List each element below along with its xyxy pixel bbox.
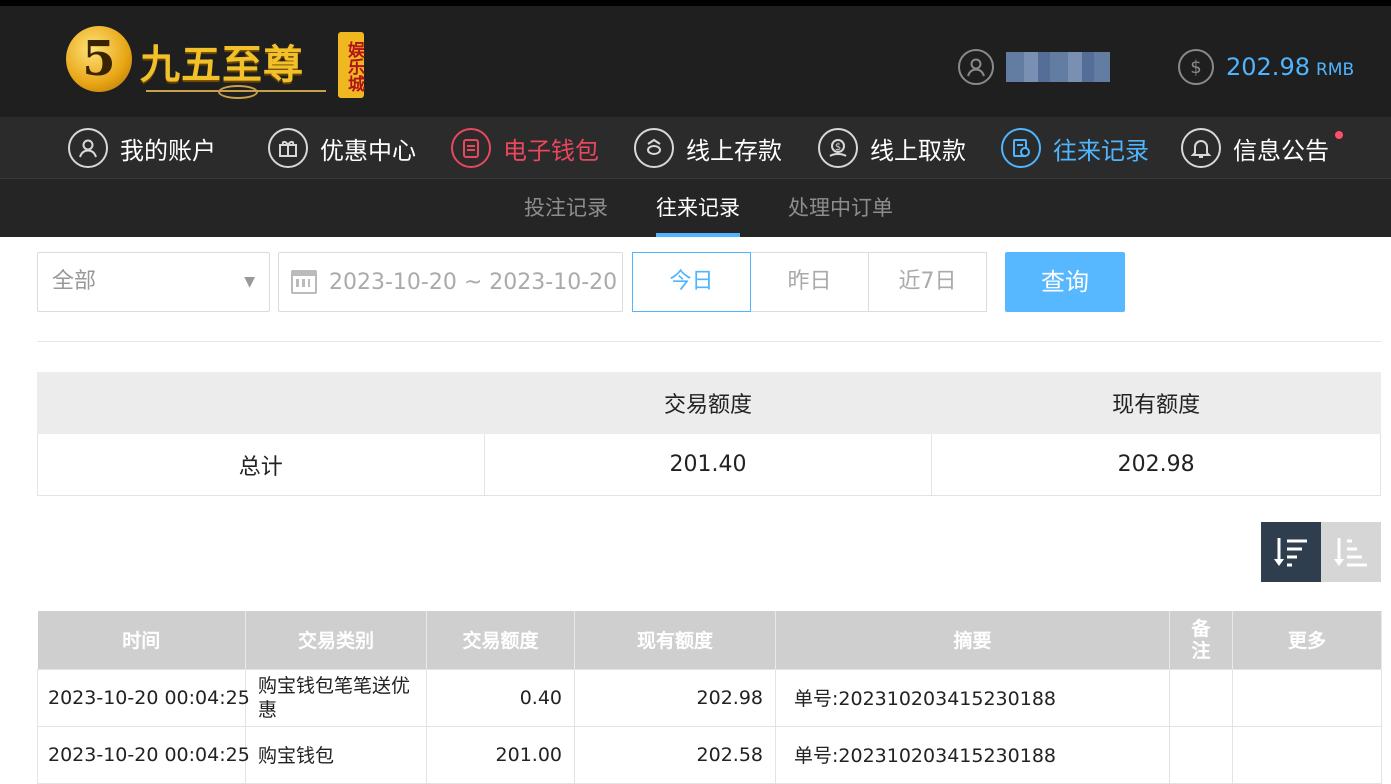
username-redacted	[1006, 52, 1110, 82]
row-remark	[1169, 725, 1233, 784]
type-select[interactable]: 全部 ▼	[37, 252, 270, 312]
summary-header-cell: 交易额度	[483, 372, 933, 434]
row-amount: 0.40	[426, 668, 575, 727]
nav-label: 我的账户	[120, 136, 216, 165]
nav-label: 优惠中心	[320, 136, 416, 165]
row-balance: 202.58	[574, 725, 776, 784]
main-nav: 我的账户 优惠中心 电子钱包 线上存款 $ 线上取款 往来记录 信息公告	[0, 117, 1391, 179]
summary-table: 交易额度 现有额度 总计 201.40 202.98	[37, 372, 1381, 496]
summary-trade-amount: 201.40	[483, 433, 933, 496]
summary-header-row: 交易额度 现有额度	[37, 372, 1381, 434]
user-icon	[958, 49, 994, 85]
summary-header-cell: 现有额度	[931, 372, 1381, 434]
header-more: 更多	[1232, 611, 1382, 669]
nav-item-transaction-records[interactable]: 往来记录	[1001, 127, 1149, 169]
logo-emblem-icon: 5	[66, 26, 132, 92]
notification-dot	[1335, 131, 1343, 139]
header-amount: 交易额度	[426, 611, 575, 669]
row-time: 2023-10-20 00:04:25	[37, 668, 250, 727]
nav-label: 线上取款	[870, 136, 966, 165]
balance-amount: 202.98	[1226, 53, 1310, 81]
nav-item-e-wallet[interactable]: 电子钱包	[451, 127, 599, 169]
sort-ascending-icon	[1334, 538, 1367, 567]
records-table: 时间 交易类别 交易额度 现有额度 摘要 备注 更多 2023-10-20 00…	[37, 611, 1382, 784]
header-remark-label: 备注	[1191, 617, 1211, 662]
header-remark: 备注	[1169, 611, 1233, 669]
sort-ascending-button[interactable]	[1321, 522, 1381, 582]
table-row: 2023-10-20 00:04:25 购宝钱包 201.00 202.58 单…	[37, 725, 1382, 784]
row-type: 购宝钱包笔笔送优惠	[245, 668, 427, 727]
deposit-icon	[634, 128, 674, 168]
summary-row-label: 总计	[37, 433, 485, 496]
range-today-button[interactable]: 今日	[632, 252, 751, 312]
date-range-picker[interactable]: 2023-10-20 ~ 2023-10-20	[278, 252, 623, 312]
type-select-value: 全部	[52, 269, 97, 294]
records-header-row: 时间 交易类别 交易额度 现有额度 摘要 备注 更多	[37, 611, 1382, 669]
table-row: 2023-10-20 00:04:25 购宝钱包笔笔送优惠 0.40 202.9…	[37, 668, 1382, 727]
summary-header-cell	[37, 372, 485, 434]
sort-descending-button[interactable]	[1261, 522, 1321, 582]
row-amount: 201.00	[426, 725, 575, 784]
records-icon	[1001, 128, 1041, 168]
divider	[37, 341, 1381, 342]
calendar-icon	[291, 270, 317, 294]
header-summary: 摘要	[775, 611, 1170, 669]
range-yesterday-button[interactable]: 昨日	[750, 252, 869, 312]
query-button[interactable]: 查询	[1005, 252, 1125, 312]
tab-pending-orders[interactable]: 处理中订单	[788, 179, 893, 237]
nav-item-online-withdraw[interactable]: $ 线上取款	[818, 127, 966, 169]
date-range-value: 2023-10-20 ~ 2023-10-20	[329, 269, 618, 295]
svg-text:$: $	[835, 142, 841, 153]
range-7days-button[interactable]: 近7日	[868, 252, 987, 312]
logo-ornament	[146, 85, 326, 99]
nav-item-online-deposit[interactable]: 线上存款	[634, 127, 782, 169]
row-more[interactable]	[1232, 725, 1382, 784]
site-logo[interactable]: 5 九五至尊 娱乐城	[66, 26, 376, 106]
logo-text: 九五至尊	[140, 41, 304, 88]
bell-icon	[1181, 128, 1221, 168]
header-time: 时间	[37, 611, 246, 669]
nav-label: 线上存款	[686, 136, 782, 165]
row-time: 2023-10-20 00:04:25	[37, 725, 250, 784]
nav-label: 电子钱包	[503, 136, 599, 165]
logo-badge: 娱乐城	[338, 32, 364, 98]
row-summary: 单号:20231020341523018​8	[775, 668, 1170, 727]
caret-down-icon: ▼	[244, 274, 255, 290]
dollar-icon: $	[1178, 49, 1214, 85]
row-more[interactable]	[1232, 668, 1382, 727]
nav-item-promotions[interactable]: 优惠中心	[268, 127, 416, 169]
user-icon	[68, 128, 108, 168]
header-balance: 现有额度	[574, 611, 776, 669]
balance-unit: RMB	[1315, 60, 1355, 80]
row-balance: 202.98	[574, 668, 776, 727]
summary-current-amount: 202.98	[931, 433, 1381, 496]
gift-icon	[268, 128, 308, 168]
sort-descending-icon	[1274, 538, 1307, 567]
balance-display: $ 202.98 RMB	[1178, 49, 1354, 85]
header-type: 交易类别	[245, 611, 427, 669]
withdraw-icon: $	[818, 128, 858, 168]
quick-range-group: 今日 昨日 近7日	[632, 252, 987, 312]
tab-transaction-records[interactable]: 往来记录	[656, 179, 740, 237]
nav-label: 往来记录	[1053, 136, 1149, 165]
row-summary: 单号:202310203415230188	[775, 725, 1170, 784]
tab-bet-records[interactable]: 投注记录	[524, 179, 608, 237]
sub-nav: 投注记录 往来记录 处理中订单	[0, 179, 1391, 237]
row-type: 购宝钱包	[245, 725, 427, 784]
summary-total-row: 总计 201.40 202.98	[37, 433, 1381, 496]
nav-item-announcements[interactable]: 信息公告	[1181, 127, 1343, 169]
site-header: 5 九五至尊 娱乐城 $ 202.98 RMB	[0, 0, 1391, 117]
user-info[interactable]	[958, 49, 1110, 85]
row-remark	[1169, 668, 1233, 727]
nav-label: 信息公告	[1233, 136, 1329, 165]
nav-item-my-account[interactable]: 我的账户	[68, 127, 216, 169]
wallet-icon	[451, 128, 491, 168]
